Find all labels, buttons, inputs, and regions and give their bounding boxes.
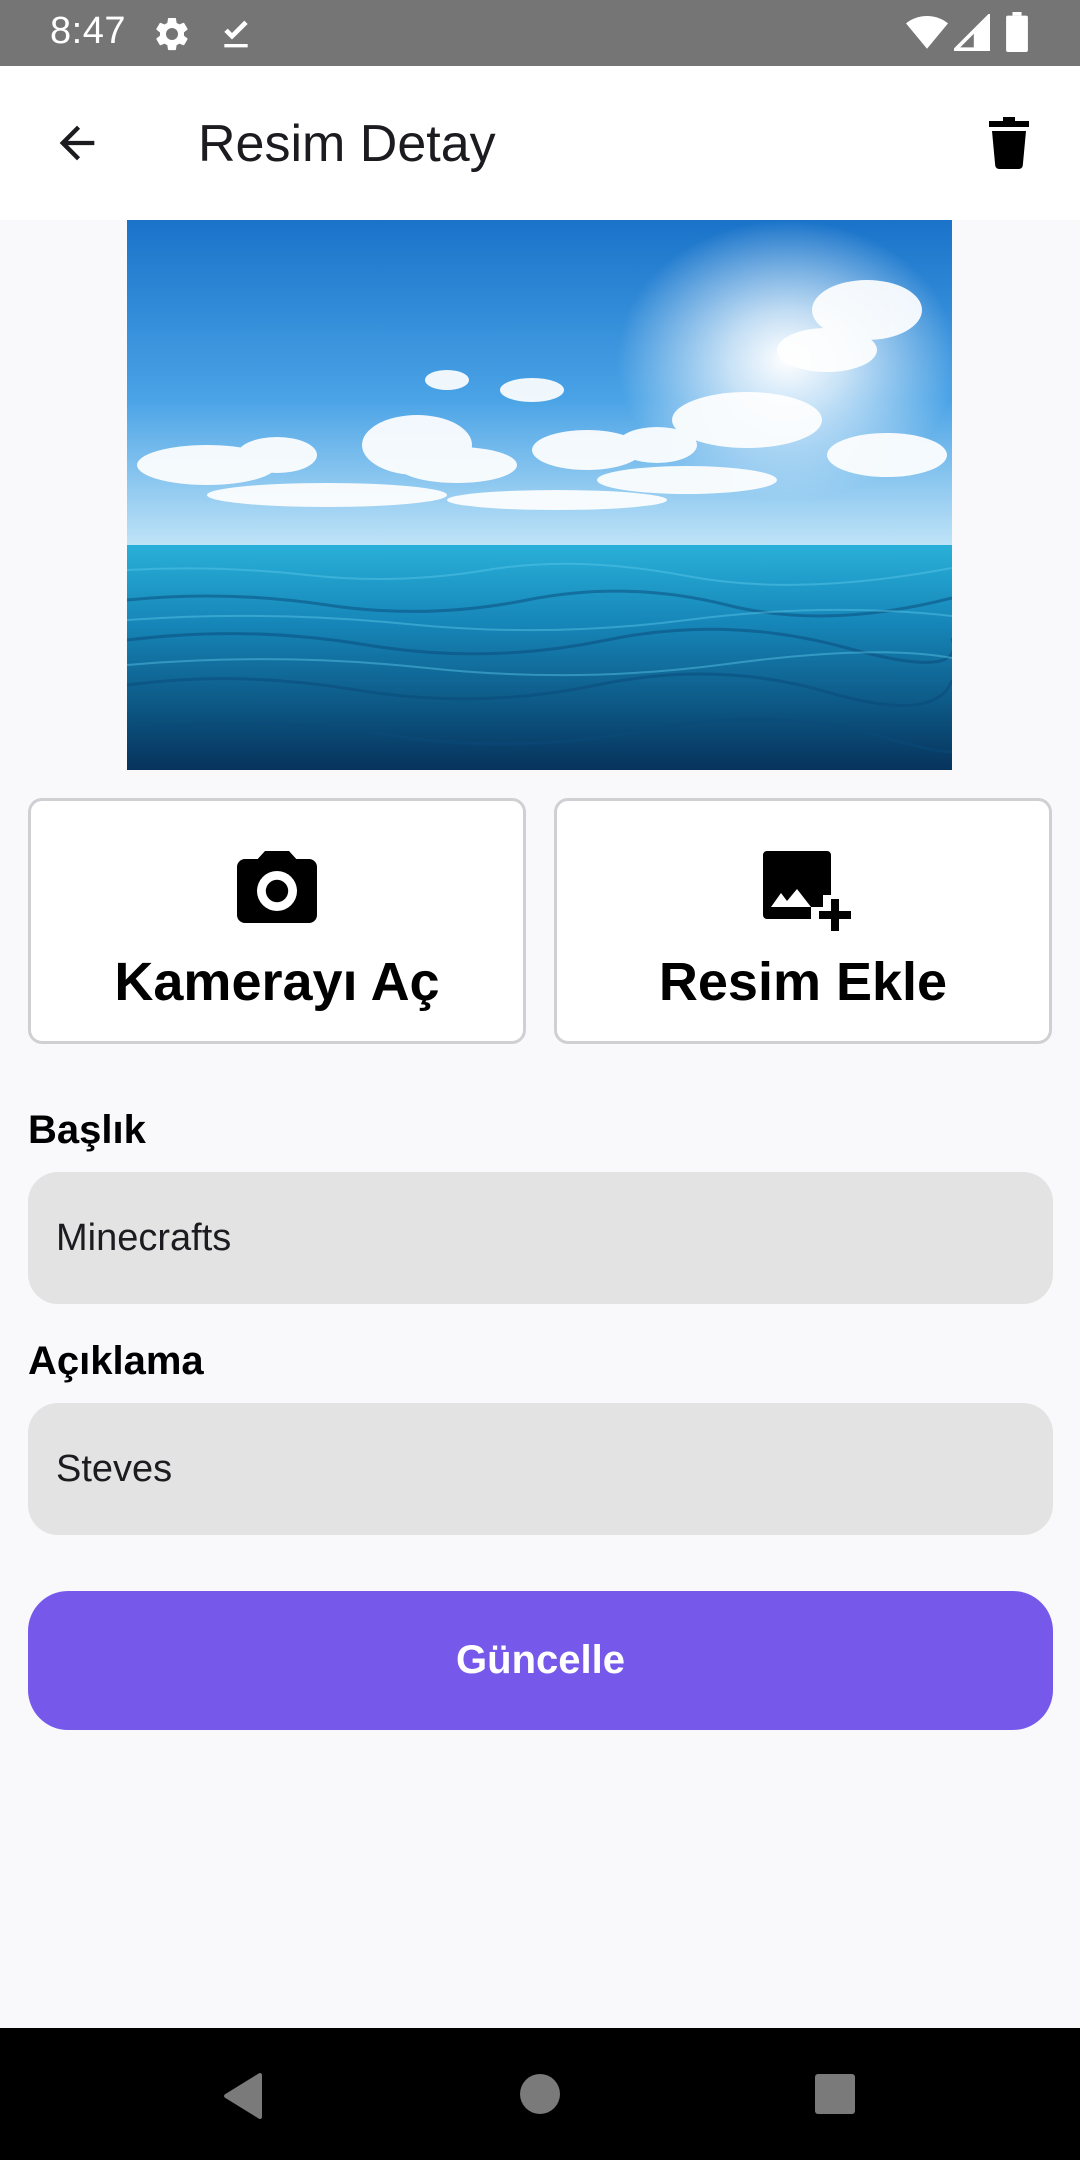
nav-back-icon[interactable]: [222, 2072, 266, 2120]
description-input[interactable]: Steves: [28, 1403, 1053, 1535]
app-bar: Resim Detay: [0, 66, 1080, 220]
back-button[interactable]: [40, 106, 114, 180]
gear-icon: [156, 17, 188, 51]
sea-sky-photo: [127, 220, 952, 770]
camera-icon: [237, 851, 317, 923]
nav-recents-icon[interactable]: [815, 2074, 855, 2114]
description-field-label: Açıklama: [28, 1339, 204, 1383]
update-button[interactable]: Güncelle: [28, 1591, 1053, 1730]
open-camera-button[interactable]: Kamerayı Aç: [28, 798, 526, 1044]
title-input-value: Minecrafts: [56, 1216, 232, 1259]
page-title: Resim Detay: [198, 115, 496, 173]
delete-button[interactable]: [972, 106, 1046, 180]
detail-image[interactable]: [127, 220, 952, 770]
description-input-value: Steves: [56, 1447, 173, 1490]
battery-icon: [1006, 12, 1028, 52]
arrow-back-icon: [59, 125, 95, 161]
add-image-button[interactable]: Resim Ekle: [554, 798, 1052, 1044]
open-camera-label: Kamerayı Aç: [114, 952, 440, 1012]
status-bar: 8:47: [0, 0, 1080, 66]
title-input[interactable]: Minecrafts: [28, 1172, 1053, 1304]
system-nav-bar: [0, 2028, 1080, 2160]
status-time: 8:47: [50, 10, 126, 52]
add-photo-icon: [763, 851, 851, 931]
download-done-icon: [224, 20, 248, 48]
add-image-label: Resim Ekle: [658, 952, 948, 1012]
nav-home-icon[interactable]: [520, 2074, 560, 2114]
signal-icon: [954, 14, 990, 51]
title-field-label: Başlık: [28, 1108, 146, 1152]
wifi-icon: [906, 16, 948, 49]
trash-icon: [989, 117, 1029, 170]
